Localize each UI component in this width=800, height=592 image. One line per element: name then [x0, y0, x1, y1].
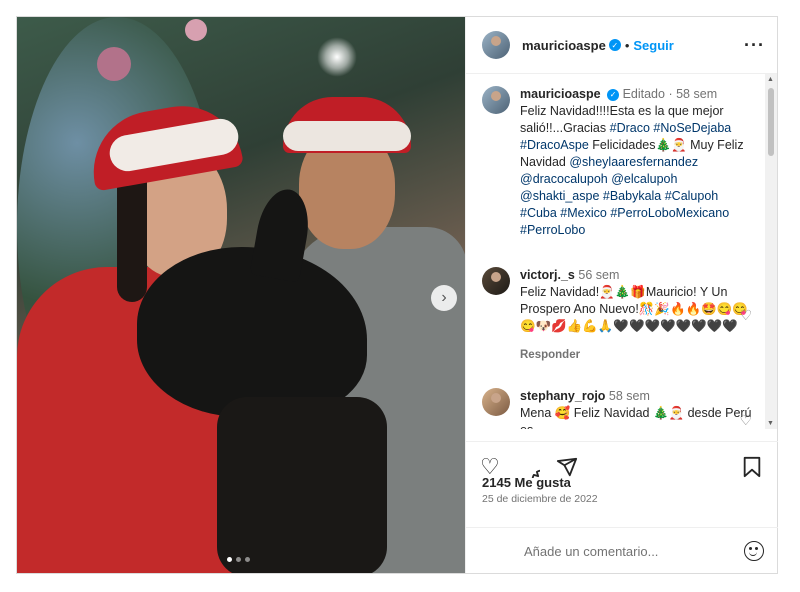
avatar[interactable]	[482, 31, 510, 59]
bookmark-icon[interactable]	[742, 456, 762, 482]
comment-body: victorj._s 56 sem Feliz Navidad!🎅🎄🎁Mauri…	[520, 267, 752, 364]
carousel-dot	[245, 557, 250, 562]
post-header: mauricioaspe ✓ • Seguir ···	[466, 17, 777, 74]
more-options-icon[interactable]: ···	[744, 35, 765, 56]
post-date: 25 de diciembre de 2022	[482, 493, 598, 505]
verified-badge-icon: ✓	[607, 88, 620, 101]
caption-username[interactable]: mauricioaspe	[520, 87, 601, 101]
avatar[interactable]	[482, 388, 510, 416]
comment-text: Mena 🥰 Feliz Navidad 🎄🎅 desde Perú es...	[520, 406, 752, 429]
verified-badge-icon: ✓	[608, 39, 621, 51]
carousel-dot	[227, 557, 232, 562]
comment-username[interactable]: stephany_rojo	[520, 389, 605, 403]
comments-scrollbar[interactable]: ▲ ▼	[765, 74, 777, 429]
avatar[interactable]	[482, 86, 510, 114]
comment-input[interactable]: Añade un comentario...	[524, 544, 658, 559]
add-comment-bar: Añade un comentario...	[466, 527, 778, 574]
likes-count[interactable]: 2145 Me gusta	[482, 475, 571, 490]
reply-button[interactable]: Responder	[520, 347, 752, 364]
post-dialog: › mauricioaspe ✓ • Seguir ··· mauricioas…	[16, 16, 778, 574]
heart-icon[interactable]: ♡	[739, 412, 752, 429]
chevron-right-icon: ›	[441, 289, 447, 306]
comment-time[interactable]: 56 sem	[578, 268, 619, 282]
scroll-up-icon[interactable]: ▲	[767, 76, 774, 83]
comments-list[interactable]: mauricioaspe ✓ Editado · 58 sem Feliz Na…	[466, 74, 766, 429]
action-bar: ♡	[466, 441, 778, 489]
comment-item: stephany_rojo 58 sem Mena 🥰 Feliz Navida…	[466, 364, 766, 429]
emoji-icon[interactable]	[744, 541, 764, 561]
comment-item: victorj._s 56 sem Feliz Navidad!🎅🎄🎁Mauri…	[466, 239, 766, 364]
edited-label: Editado	[622, 87, 665, 101]
scroll-down-icon[interactable]: ▼	[767, 420, 774, 427]
separator-dot: ·	[668, 87, 673, 101]
santa-hat-right-trim	[283, 121, 411, 151]
scrollbar-thumb[interactable]	[768, 88, 774, 156]
caption-time[interactable]: 58 sem	[676, 87, 717, 101]
dog-body	[217, 397, 387, 573]
ornament	[185, 19, 207, 41]
separator-dot: •	[624, 37, 630, 53]
carousel-next-button[interactable]: ›	[431, 285, 457, 311]
comment-text: Feliz Navidad!🎅🎄🎁Mauricio! Y Un Prospero…	[520, 285, 748, 333]
avatar[interactable]	[482, 267, 510, 295]
post-sidebar: mauricioaspe ✓ • Seguir ··· mauricioaspe…	[465, 17, 778, 574]
heart-icon[interactable]: ♡	[739, 307, 752, 324]
carousel-indicator	[227, 557, 250, 562]
lamp	[317, 37, 357, 77]
ornament	[97, 47, 131, 81]
comment-body: stephany_rojo 58 sem Mena 🥰 Feliz Navida…	[520, 388, 752, 429]
follow-button[interactable]: Seguir	[633, 38, 673, 53]
comment-username[interactable]: victorj._s	[520, 268, 575, 282]
caption: mauricioaspe ✓ Editado · 58 sem Feliz Na…	[466, 74, 766, 239]
post-photo[interactable]: ›	[17, 17, 465, 573]
author-username[interactable]: mauricioaspe	[522, 38, 606, 53]
carousel-dot	[236, 557, 241, 562]
comment-time[interactable]: 58 sem	[609, 389, 650, 403]
caption-body: mauricioaspe ✓ Editado · 58 sem Feliz Na…	[520, 86, 752, 239]
